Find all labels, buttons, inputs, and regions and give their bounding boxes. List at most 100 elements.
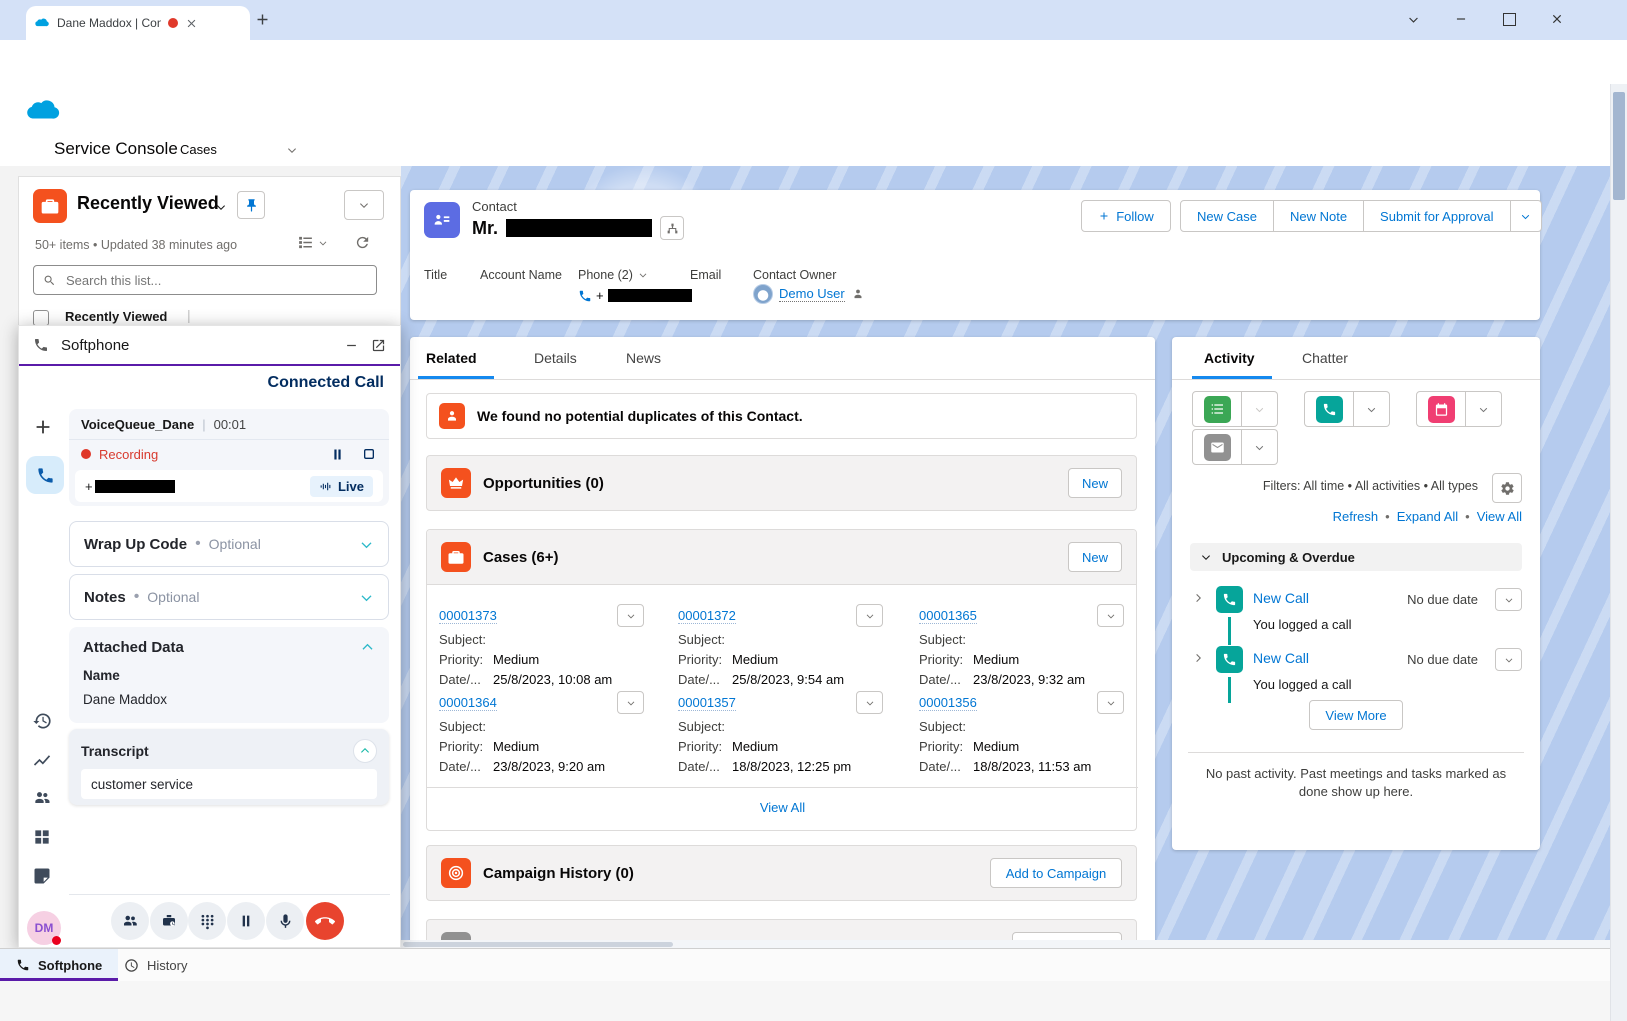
phone-value[interactable]: + — [578, 288, 692, 303]
new-case-button[interactable]: New Case — [1180, 200, 1274, 232]
tab-activity[interactable]: Activity — [1204, 350, 1255, 366]
case-row-menu-button[interactable] — [856, 604, 883, 627]
display-as-dropdown-icon[interactable] — [318, 238, 328, 248]
pause-recording-icon[interactable] — [330, 447, 345, 462]
list-search-box[interactable] — [33, 265, 377, 295]
campaign-title[interactable]: Campaign History (0) — [483, 865, 634, 882]
horizontal-scrollbar[interactable] — [401, 940, 1610, 948]
pin-list-button[interactable] — [237, 191, 265, 219]
view-more-button[interactable]: View More — [1309, 700, 1403, 730]
select-all-checkbox[interactable] — [33, 310, 49, 326]
end-call-button[interactable] — [306, 902, 344, 940]
window-close-button[interactable] — [1534, 0, 1580, 38]
case-row-menu-button[interactable] — [617, 691, 644, 714]
timeline-item-menu-button[interactable] — [1495, 648, 1522, 671]
agents-icon[interactable] — [32, 788, 52, 808]
case-number-link[interactable]: 00001373 — [439, 608, 497, 624]
window-minimize-button[interactable] — [1438, 0, 1484, 38]
wrap-up-code-section[interactable]: Wrap Up Code • Optional — [69, 521, 389, 567]
list-view-selector-icon[interactable] — [215, 201, 227, 213]
column-header[interactable]: Recently Viewed — [65, 309, 167, 324]
case-number-link[interactable]: 00001372 — [678, 608, 736, 624]
notes-section[interactable]: Notes • Optional — [69, 574, 389, 620]
call-history-icon[interactable] — [32, 711, 52, 731]
change-owner-icon[interactable] — [851, 287, 865, 301]
nav-item-cases[interactable]: Cases — [180, 142, 217, 157]
task-dropdown-icon[interactable] — [1242, 391, 1278, 427]
refresh-list-icon[interactable] — [354, 234, 371, 251]
tab-details[interactable]: Details — [534, 350, 577, 366]
more-actions-dropdown-button[interactable] — [1510, 200, 1542, 232]
scrollbar-thumb[interactable] — [1613, 92, 1625, 200]
browser-tab[interactable]: Dane Maddox | Contact | Sal — [26, 6, 250, 40]
expand-item-chevron-icon[interactable] — [1192, 592, 1204, 604]
owner-link[interactable]: Demo User — [779, 286, 845, 302]
expand-item-chevron-icon[interactable] — [1192, 652, 1204, 664]
new-note-button[interactable]: New Note — [1273, 200, 1364, 232]
opportunities-title[interactable]: Opportunities (0) — [483, 475, 604, 492]
new-case-related-button[interactable]: New — [1068, 542, 1122, 572]
timeline-item-menu-button[interactable] — [1495, 588, 1522, 611]
dialpad-button[interactable] — [188, 902, 226, 940]
upcoming-overdue-section-header[interactable]: Upcoming & Overdue — [1190, 543, 1522, 571]
case-number-link[interactable]: 00001357 — [678, 695, 736, 711]
transcript-collapse-button[interactable] — [353, 739, 377, 763]
tab-close-icon[interactable] — [185, 17, 198, 30]
hold-call-button[interactable] — [227, 902, 265, 940]
case-number-link[interactable]: 00001356 — [919, 695, 977, 711]
list-actions-dropdown-button[interactable] — [344, 190, 384, 220]
tab-chatter[interactable]: Chatter — [1302, 350, 1348, 366]
apps-grid-icon[interactable] — [32, 827, 52, 847]
bot-device-button[interactable] — [150, 902, 188, 940]
utility-tab-history[interactable]: History — [108, 949, 203, 981]
activity-settings-gear-button[interactable] — [1492, 473, 1522, 503]
field-label-phone[interactable]: Phone (2) — [578, 268, 648, 282]
event-dropdown-icon[interactable] — [1466, 391, 1502, 427]
expand-all-link[interactable]: Expand All — [1397, 509, 1458, 524]
opportunities-card[interactable]: Opportunities (0) New — [426, 455, 1137, 511]
stop-recording-icon[interactable] — [361, 446, 377, 462]
view-all-link[interactable]: View All — [1477, 509, 1522, 524]
notes-rail-icon[interactable] — [32, 866, 52, 886]
case-row-menu-button[interactable] — [617, 604, 644, 627]
timeline-item-title-link[interactable]: New Call — [1253, 590, 1309, 606]
list-view-title[interactable]: Recently Viewed — [77, 193, 219, 214]
transcript-input[interactable] — [81, 769, 377, 799]
follow-button[interactable]: Follow — [1081, 200, 1171, 232]
mute-mic-button[interactable] — [266, 902, 304, 940]
add-to-campaign-button[interactable]: Add to Campaign — [990, 858, 1122, 888]
utility-tab-softphone[interactable]: Softphone — [0, 949, 118, 981]
call-dropdown-icon[interactable] — [1354, 391, 1390, 427]
minimize-icon[interactable] — [344, 338, 359, 353]
cases-card-header[interactable]: Cases (6+) New — [427, 530, 1136, 585]
new-tab-button[interactable] — [254, 11, 271, 28]
tab-news[interactable]: News — [626, 350, 661, 366]
active-call-rail-icon[interactable] — [26, 456, 64, 494]
display-as-icon[interactable] — [297, 234, 314, 251]
cases-title[interactable]: Cases (6+) — [483, 549, 558, 566]
tab-related[interactable]: Related — [426, 350, 477, 366]
list-search-input[interactable] — [64, 272, 367, 289]
new-call-plus-icon[interactable] — [32, 416, 54, 438]
campaign-history-card[interactable]: Campaign History (0) Add to Campaign — [426, 845, 1137, 901]
notes-expand-chevron-icon[interactable] — [359, 590, 374, 605]
window-maximize-button[interactable] — [1486, 0, 1532, 38]
attached-collapse-chevron-icon[interactable] — [360, 640, 375, 655]
refresh-link[interactable]: Refresh — [1333, 509, 1379, 524]
section-collapse-icon[interactable] — [1200, 551, 1212, 563]
email-button[interactable] — [1192, 429, 1242, 465]
timeline-item-title-link[interactable]: New Call — [1253, 650, 1309, 666]
view-hierarchy-button[interactable] — [660, 216, 684, 240]
cases-view-all-link[interactable]: View All — [427, 800, 1138, 815]
case-row-menu-button[interactable] — [856, 691, 883, 714]
nav-item-dropdown-icon[interactable] — [286, 144, 298, 156]
log-call-button[interactable] — [1304, 391, 1354, 427]
case-row-menu-button[interactable] — [1097, 604, 1124, 627]
phone-dropdown-icon[interactable] — [638, 270, 648, 280]
new-opportunity-button[interactable]: New — [1068, 468, 1122, 498]
case-row-menu-button[interactable] — [1097, 691, 1124, 714]
transfer-call-button[interactable] — [111, 902, 149, 940]
wrapup-expand-chevron-icon[interactable] — [359, 537, 374, 552]
app-name[interactable]: Service Console — [54, 139, 178, 159]
analytics-icon[interactable] — [32, 750, 52, 770]
